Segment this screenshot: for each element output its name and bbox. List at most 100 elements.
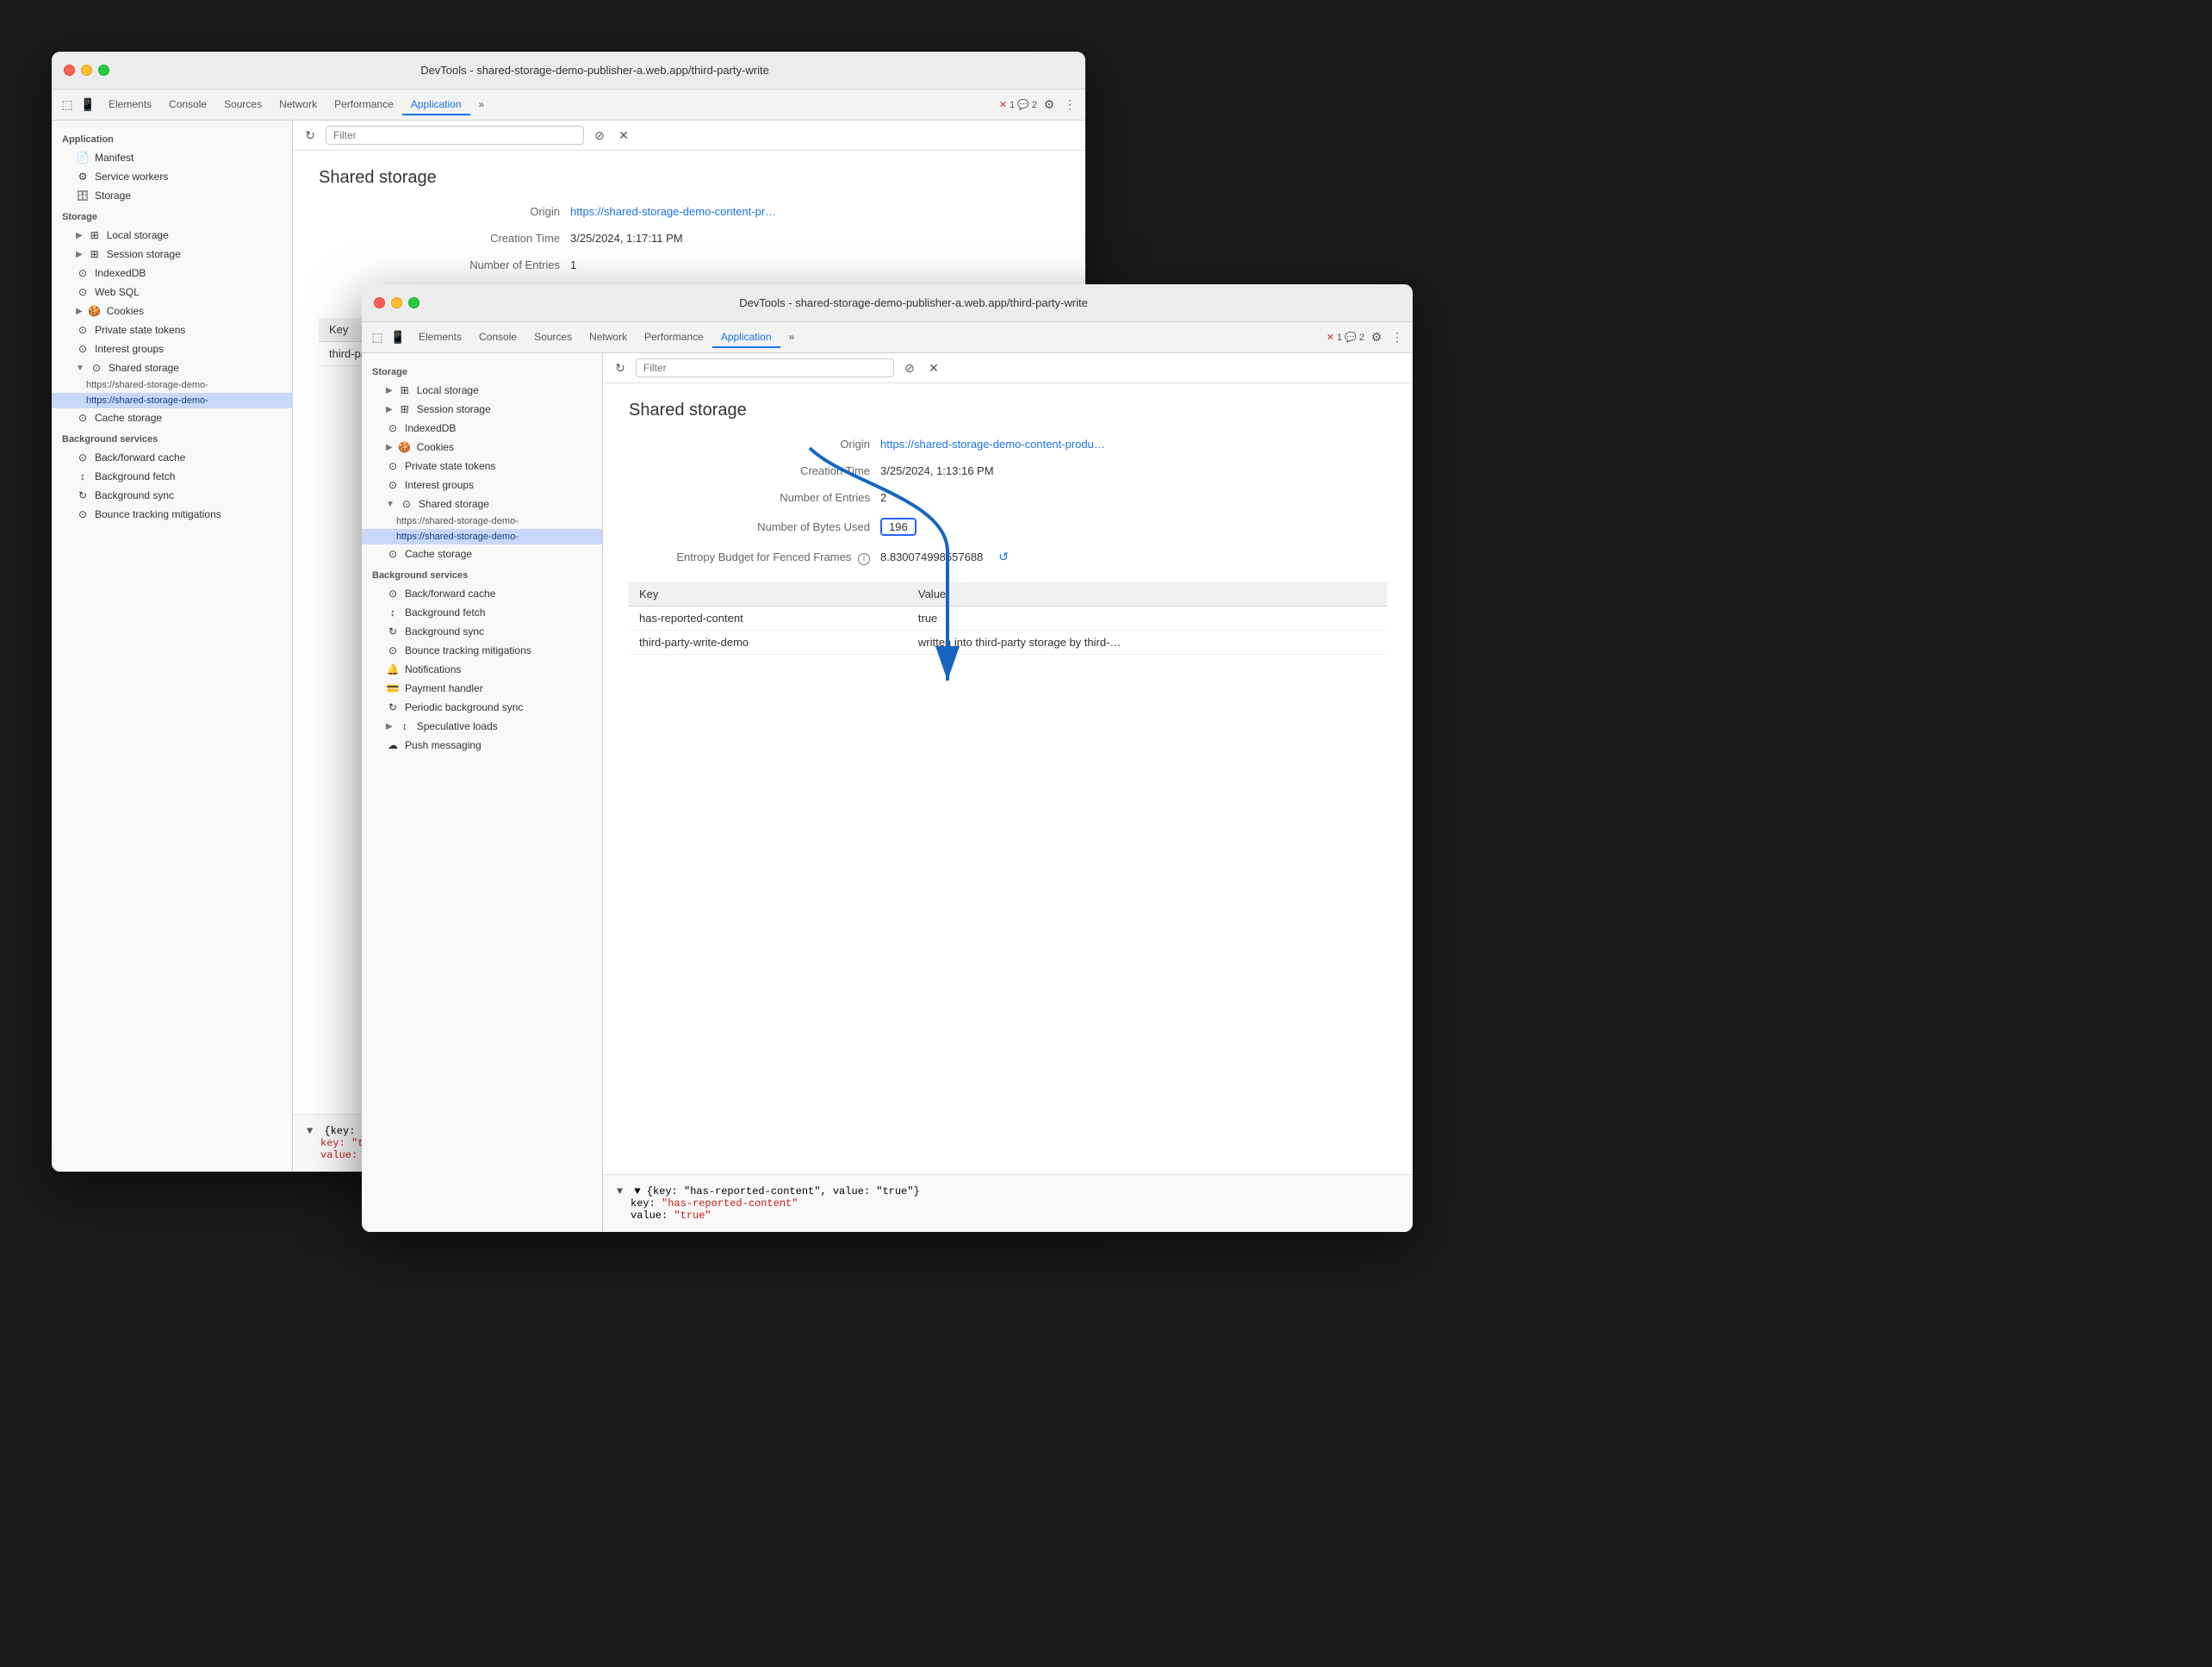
sidebar-item-session-storage-front[interactable]: ▶ ⊞ Session storage [362, 400, 602, 419]
sidebar-item-cache-storage-front[interactable]: ⊙ Cache storage [362, 544, 602, 563]
expand-icon: ▶ [386, 722, 393, 731]
sidebar-item-websql-back[interactable]: ⊙ Web SQL [52, 283, 292, 302]
tab-console-front[interactable]: Console [470, 327, 525, 348]
tab-network-back[interactable]: Network [270, 95, 326, 115]
close-button-back[interactable] [64, 65, 75, 76]
inspect-icon[interactable]: ⬚ [59, 96, 76, 114]
filter-input-wrap-back [326, 126, 584, 145]
table-row[interactable]: third-party-write-demo written into thir… [629, 630, 1387, 654]
sidebar-item-cookies-back[interactable]: ▶ 🍪 Cookies [52, 302, 292, 320]
sidebar-item-bg-fetch-front[interactable]: ↕ Background fetch [362, 603, 602, 622]
sidebar-front: Storage ▶ ⊞ Local storage ▶ ⊞ Session st… [362, 353, 603, 1232]
settings-icon-front[interactable]: ⚙ [1368, 329, 1385, 346]
sidebar-item-bf-cache-front[interactable]: ⊙ Back/forward cache [362, 584, 602, 603]
indexeddb-icon: ⊙ [76, 266, 90, 280]
settings-icon-back[interactable]: ⚙ [1041, 96, 1058, 114]
bf-cache-icon: ⊙ [76, 451, 90, 464]
filter-input-front[interactable] [643, 362, 886, 374]
sidebar-item-cache-storage-back[interactable]: ⊙ Cache storage [52, 408, 292, 427]
cell-key-1: has-reported-content [629, 606, 908, 630]
maximize-button-front[interactable] [408, 297, 419, 308]
maximize-button-back[interactable] [98, 65, 109, 76]
tab-application-back[interactable]: Application [402, 95, 470, 115]
sidebar-item-shared-2-back[interactable]: https://shared-storage-demo- [52, 393, 292, 408]
sidebar-item-interest-groups-front[interactable]: ⊙ Interest groups [362, 476, 602, 495]
tab-more-back[interactable]: » [470, 95, 494, 115]
more-icon-front[interactable]: ⋮ [1389, 329, 1406, 346]
expand-icon: ▼ [76, 364, 84, 373]
table-row[interactable]: has-reported-content true [629, 606, 1387, 630]
sidebar-item-speculative-front[interactable]: ▶ ↕ Speculative loads [362, 717, 602, 736]
code-line1-front: ▼ ▼ {key: "has-reported-content", value:… [617, 1185, 1399, 1197]
sidebar-item-periodic-bg-sync-front[interactable]: ↻ Periodic background sync [362, 698, 602, 717]
sidebar-item-indexeddb-back[interactable]: ⊙ IndexedDB [52, 264, 292, 283]
tab-performance-back[interactable]: Performance [326, 95, 402, 115]
clear-filter-icon-front[interactable]: ⊘ [901, 359, 918, 376]
tab-more-front[interactable]: » [780, 327, 804, 348]
device-icon-front[interactable]: 📱 [389, 329, 407, 346]
sidebar-item-shared-1-back[interactable]: https://shared-storage-demo- [52, 377, 292, 393]
sidebar-item-local-storage-front[interactable]: ▶ ⊞ Local storage [362, 381, 602, 400]
sidebar-item-manifest-back[interactable]: 📄 Manifest [52, 148, 292, 167]
sidebar-item-bf-cache-back[interactable]: ⊙ Back/forward cache [52, 448, 292, 467]
sidebar-item-local-storage-back[interactable]: ▶ ⊞ Local storage [52, 226, 292, 245]
tab-sources-back[interactable]: Sources [215, 95, 270, 115]
sidebar-item-bounce-front[interactable]: ⊙ Bounce tracking mitigations [362, 641, 602, 660]
sidebar-item-storage-back[interactable]: 🗄 Storage [52, 186, 292, 205]
sidebar-item-bg-sync-back[interactable]: ↻ Background sync [52, 486, 292, 505]
entropy-info-icon-front[interactable]: i [858, 553, 870, 565]
sidebar-item-session-storage-back[interactable]: ▶ ⊞ Session storage [52, 245, 292, 264]
sidebar-item-service-workers-back[interactable]: ⚙ Service workers [52, 167, 292, 186]
sidebar-item-payment-front[interactable]: 💳 Payment handler [362, 679, 602, 698]
sidebar-item-push-front[interactable]: ☁ Push messaging [362, 736, 602, 755]
clear-filter-icon[interactable]: ⊘ [591, 127, 608, 144]
sidebar-item-interest-groups-back[interactable]: ⊙ Interest groups [52, 339, 292, 358]
inspect-icon-front[interactable]: ⬚ [369, 329, 386, 346]
minimize-button-front[interactable] [391, 297, 402, 308]
minimize-button-back[interactable] [81, 65, 92, 76]
sidebar-item-notifications-front[interactable]: 🔔 Notifications [362, 660, 602, 679]
tab-network-front[interactable]: Network [581, 327, 636, 348]
close-button-front[interactable] [374, 297, 385, 308]
close-filter-icon-front[interactable]: ✕ [925, 359, 942, 376]
devtools-toolbar-back: ⬚ 📱 Elements Console Sources Network Per… [52, 90, 1085, 121]
sidebar-item-private-state-back[interactable]: ⊙ Private state tokens [52, 320, 292, 339]
sidebar-item-bg-fetch-back[interactable]: ↕ Background fetch [52, 467, 292, 486]
sidebar-item-shared-2-front[interactable]: https://shared-storage-demo- [362, 529, 602, 544]
periodic-bg-sync-icon-front: ↻ [386, 700, 400, 714]
notifications-icon-front: 🔔 [386, 662, 400, 676]
more-icon-back[interactable]: ⋮ [1061, 96, 1078, 114]
tab-console-back[interactable]: Console [160, 95, 215, 115]
cache-storage-icon-front: ⊙ [386, 547, 400, 561]
bg-sync-icon-front: ↻ [386, 625, 400, 638]
bg-fetch-icon-front: ↕ [386, 606, 400, 619]
tab-elements-front[interactable]: Elements [410, 327, 470, 348]
refresh-filter-icon-front[interactable]: ↻ [612, 359, 629, 376]
sidebar-item-shared-storage-back[interactable]: ▼ ⊙ Shared storage [52, 358, 292, 377]
sidebar-item-bounce-back[interactable]: ⊙ Bounce tracking mitigations [52, 505, 292, 524]
refresh-filter-icon[interactable]: ↻ [301, 127, 319, 144]
tab-performance-front[interactable]: Performance [636, 327, 712, 348]
sidebar-item-shared-storage-front[interactable]: ▼ ⊙ Shared storage [362, 495, 602, 513]
tab-application-front[interactable]: Application [712, 327, 780, 348]
sidebar-item-indexeddb-front[interactable]: ⊙ IndexedDB [362, 419, 602, 438]
code-line2-front: key: "has-reported-content" [617, 1197, 1399, 1210]
entries-value-back: 1 [570, 258, 576, 271]
close-filter-icon[interactable]: ✕ [615, 127, 632, 144]
devtools-toolbar-front: ⬚ 📱 Elements Console Sources Network Per… [362, 322, 1413, 353]
device-icon[interactable]: 📱 [79, 96, 96, 114]
entropy-refresh-icon-front[interactable]: ↺ [998, 550, 1009, 564]
col-key-front: Key [629, 582, 908, 606]
tab-elements-back[interactable]: Elements [100, 95, 160, 115]
traffic-lights-front [374, 297, 419, 308]
creation-time-label-front: Creation Time [629, 464, 870, 477]
sidebar-item-shared-1-front[interactable]: https://shared-storage-demo- [362, 513, 602, 529]
filter-input-back[interactable] [333, 129, 576, 141]
sidebar-item-private-state-front[interactable]: ⊙ Private state tokens [362, 457, 602, 476]
tab-sources-front[interactable]: Sources [525, 327, 581, 348]
cookies-icon-front: 🍪 [398, 440, 412, 454]
sidebar-item-bg-sync-front[interactable]: ↻ Background sync [362, 622, 602, 641]
col-value-front: Value [908, 582, 1387, 606]
creation-time-row-back: Creation Time 3/25/2024, 1:17:11 PM [319, 232, 1059, 245]
sidebar-item-cookies-front[interactable]: ▶ 🍪 Cookies [362, 438, 602, 457]
